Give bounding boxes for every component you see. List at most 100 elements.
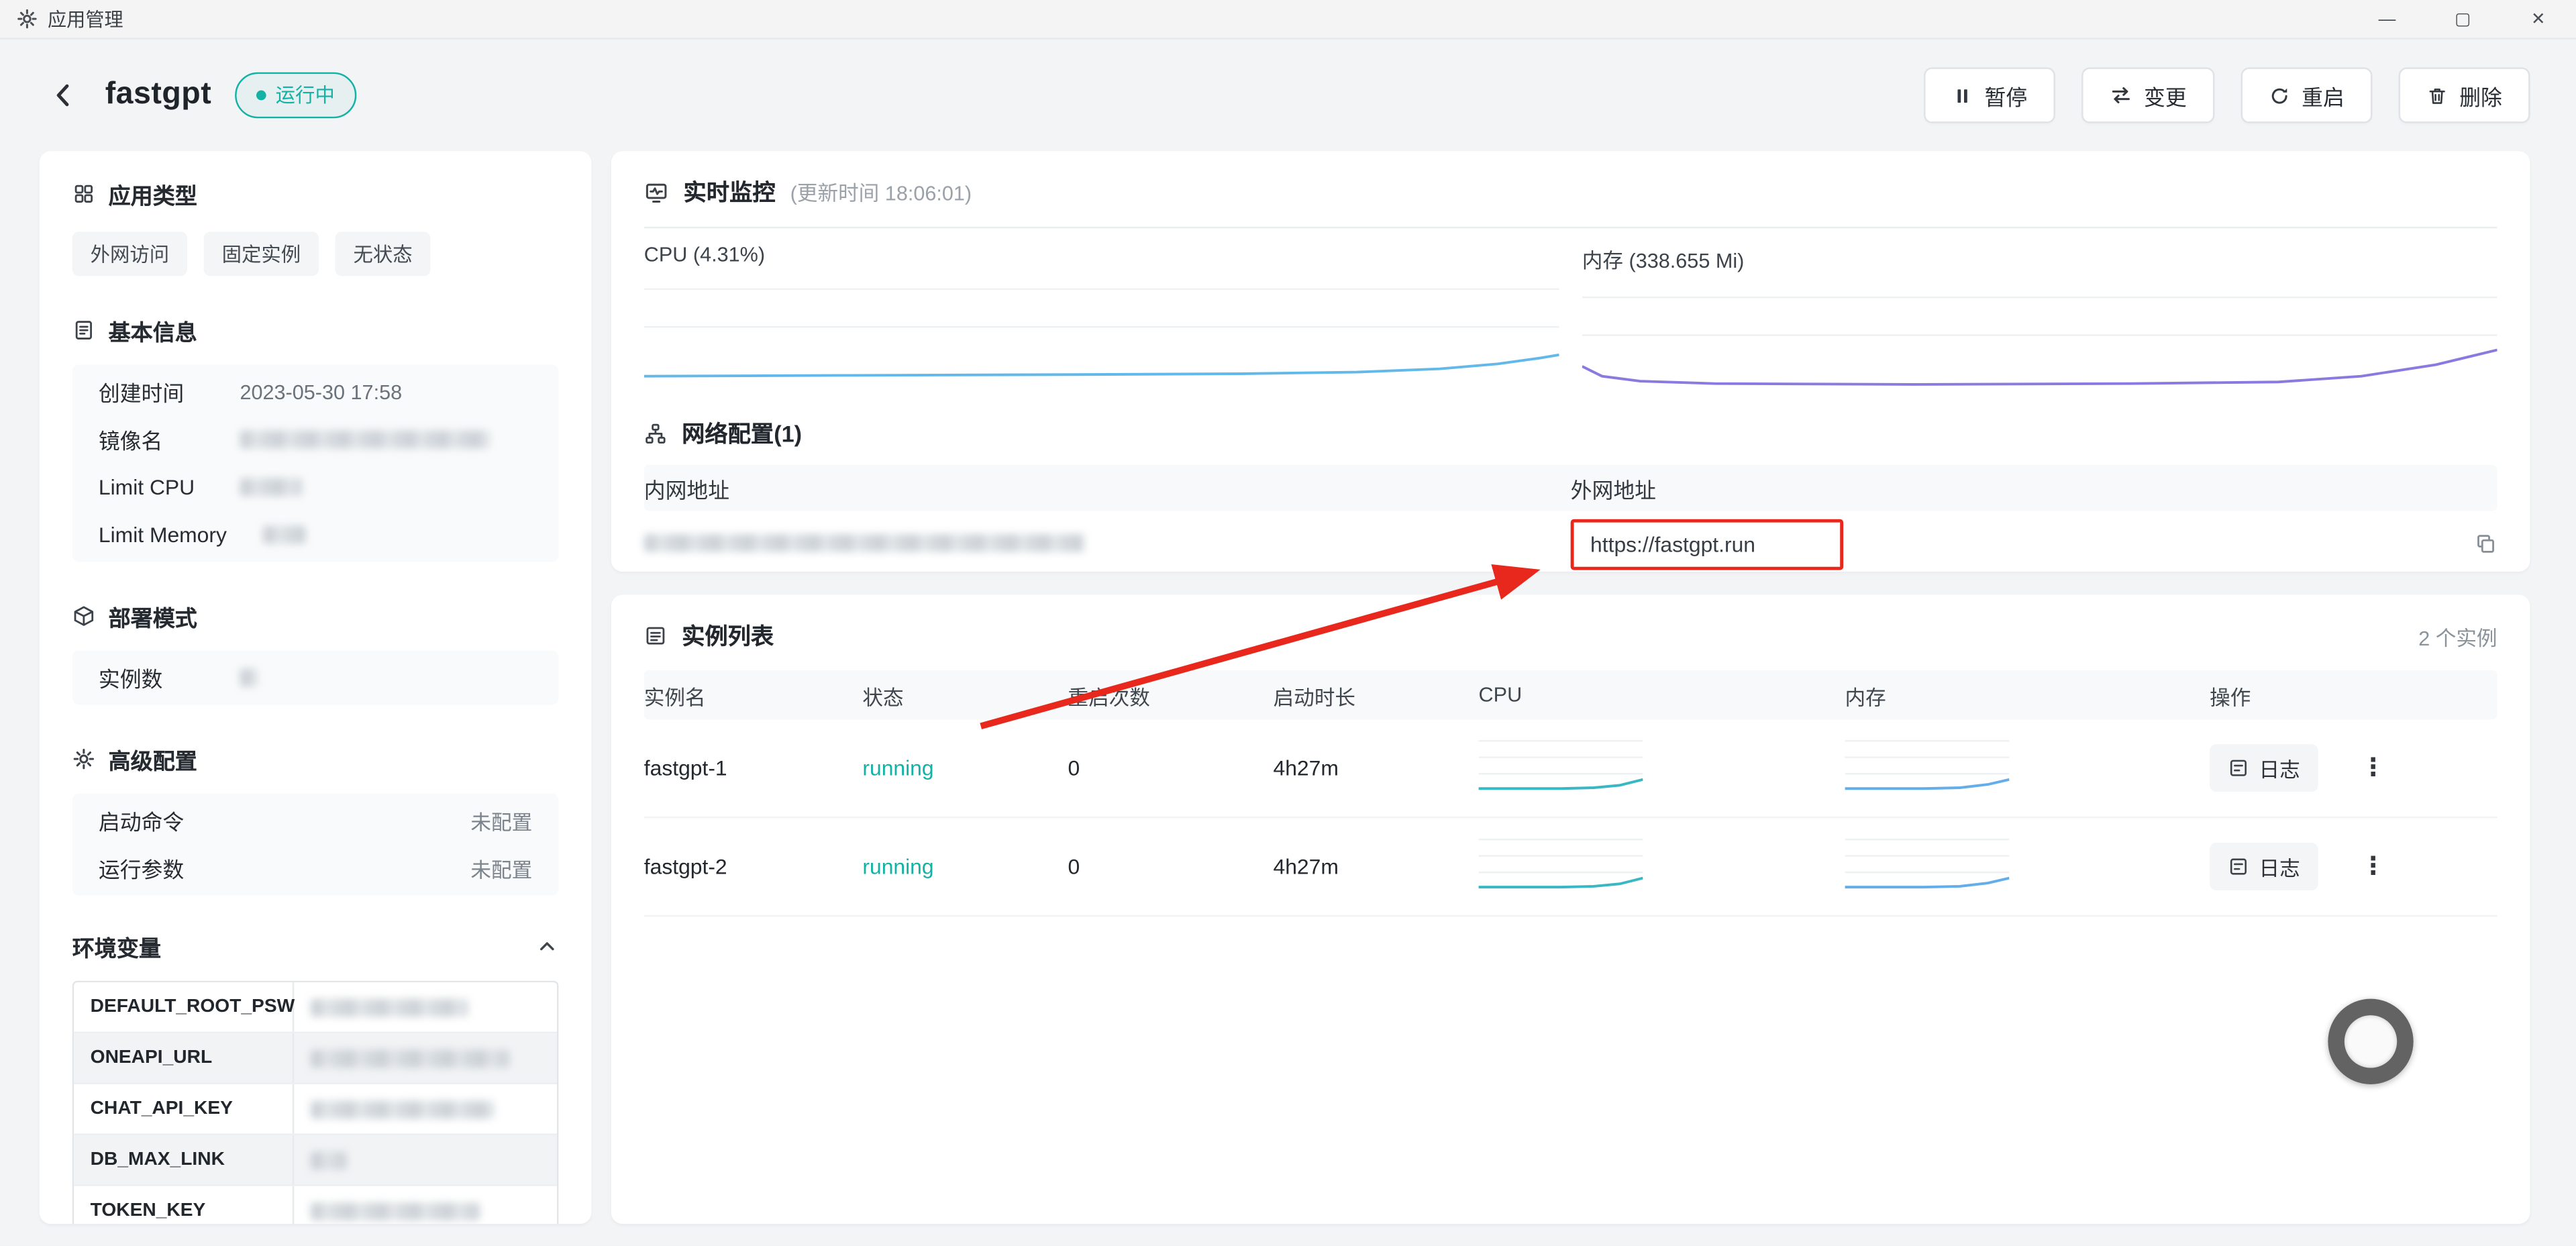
kv-row-start-command: 启动命令 未配置 — [72, 796, 559, 844]
kv-row-instance-count: 实例数 — [72, 654, 559, 701]
change-button[interactable]: 变更 — [2081, 67, 2214, 123]
kv-label: Limit CPU — [99, 475, 240, 500]
kv-row-limit-memory: Limit Memory — [72, 511, 559, 558]
env-value — [294, 1084, 557, 1133]
memory-sparkline — [1845, 831, 2010, 897]
advanced-config-section-header: 高级配置 — [72, 743, 559, 776]
app-info-sidebar: 应用类型 外网访问 固定实例 无状态 基本信息 创建时间 2023-05-30 … — [40, 151, 592, 1224]
column-memory: 内存 — [1845, 679, 2210, 711]
env-row: ONEAPI_URL — [74, 1033, 557, 1084]
redacted-value — [311, 998, 468, 1016]
redacted-value — [644, 533, 1084, 552]
collapse-env-button[interactable] — [535, 935, 558, 957]
minimize-button[interactable]: — — [2349, 0, 2425, 38]
restart-button[interactable]: 重启 — [2241, 67, 2373, 123]
document-icon — [72, 319, 95, 342]
internal-address-column: 内网地址 — [644, 472, 1571, 504]
monitor-header: 实时监控 (更新时间 18:06:01) — [644, 151, 2497, 228]
more-actions-button[interactable]: ⋮ — [2361, 854, 2385, 879]
app-type-section-header: 应用类型 — [72, 177, 559, 210]
tag-stateless: 无状态 — [336, 231, 431, 276]
main-content: 实时监控 (更新时间 18:06:01) CPU (4.31%) 内存 (338… — [611, 151, 2530, 1224]
swap-arrows-icon — [2110, 84, 2132, 107]
instance-cpu-cell — [1479, 733, 1845, 803]
redacted-value — [311, 1202, 480, 1220]
memory-line-chart — [1582, 281, 2497, 396]
network-icon — [644, 422, 667, 445]
trash-icon — [2426, 85, 2448, 106]
redacted-value — [240, 668, 258, 686]
cube-icon — [72, 605, 95, 627]
delete-button[interactable]: 删除 — [2399, 67, 2530, 123]
kv-value: 未配置 — [470, 805, 532, 837]
grid-icon — [72, 183, 95, 205]
restart-icon — [2269, 85, 2290, 106]
column-uptime: 启动时长 — [1274, 679, 1479, 711]
deploy-mode-panel: 实例数 — [72, 651, 559, 705]
kv-row-create-time: 创建时间 2023-05-30 17:58 — [72, 368, 559, 415]
external-address-column: 外网地址 — [1571, 472, 2497, 504]
env-key: TOKEN_KEY — [74, 1186, 294, 1224]
status-label: 运行中 — [276, 81, 335, 109]
instance-count: 2 个实例 — [2418, 620, 2497, 652]
env-value — [294, 1033, 557, 1082]
kv-row-run-params: 运行参数 未配置 — [72, 844, 559, 892]
instances-title: 实例列表 — [682, 619, 774, 652]
memory-chart-label: 内存 (338.655 Mi) — [1582, 243, 2497, 274]
cpu-chart: CPU (4.31%) — [644, 238, 1559, 396]
log-button[interactable]: 日志 — [2210, 843, 2318, 890]
redacted-value — [311, 1049, 509, 1067]
monitor-network-card: 实时监控 (更新时间 18:06:01) CPU (4.31%) 内存 (338… — [611, 151, 2530, 572]
env-vars-header: 环境变量 — [72, 930, 559, 963]
column-operations: 操作 — [2210, 679, 2497, 711]
redacted-value — [311, 1100, 495, 1118]
env-value — [294, 982, 557, 1031]
close-button[interactable]: ✕ — [2500, 0, 2576, 38]
internal-address-value — [644, 531, 1571, 556]
kv-label: 实例数 — [99, 662, 240, 694]
restart-label: 重启 — [2302, 80, 2345, 111]
env-row: DEFAULT_ROOT_PSW — [74, 982, 557, 1033]
deploy-mode-section-header: 部署模式 — [72, 600, 559, 633]
instance-restarts: 0 — [1068, 756, 1273, 780]
external-url-highlight-box: https://fastgpt.run — [1571, 518, 1843, 569]
env-key: ONEAPI_URL — [74, 1033, 294, 1082]
network-config-title: 网络配置(1) — [682, 417, 802, 450]
monitor-title: 实时监控 — [684, 176, 776, 209]
instances-header: 实例列表 2 个实例 — [644, 594, 2497, 670]
maximize-button[interactable]: ▢ — [2425, 0, 2501, 38]
basic-info-title: 基本信息 — [109, 314, 197, 347]
back-button[interactable] — [49, 81, 79, 110]
cpu-sparkline — [1479, 733, 1643, 798]
instance-name: fastgpt-2 — [644, 854, 863, 879]
instance-cpu-cell — [1479, 831, 1845, 902]
env-value — [294, 1186, 557, 1224]
log-icon — [2228, 856, 2249, 878]
memory-sparkline — [1845, 733, 2010, 798]
kv-value: 未配置 — [470, 853, 532, 884]
network-config-header: 网络配置(1) — [644, 417, 2497, 450]
external-url-link[interactable]: https://fastgpt.run — [1590, 531, 1755, 556]
pause-button[interactable]: 暂停 — [1924, 67, 2055, 123]
advanced-config-panel: 启动命令 未配置 运行参数 未配置 — [72, 794, 559, 896]
kv-label: 创建时间 — [99, 376, 240, 408]
memory-chart: 内存 (338.655 Mi) — [1582, 238, 2497, 396]
tag-fixed-instance: 固定实例 — [204, 231, 319, 276]
chevron-up-icon — [535, 935, 558, 957]
external-address-cell: https://fastgpt.run — [1571, 518, 2497, 569]
log-label: 日志 — [2259, 752, 2300, 784]
instance-restarts: 0 — [1068, 854, 1273, 879]
status-dot-icon — [256, 89, 266, 99]
column-restarts: 重启次数 — [1068, 679, 1273, 711]
copy-button[interactable] — [2474, 532, 2497, 555]
page-title: fastgpt — [105, 77, 211, 113]
log-button[interactable]: 日志 — [2210, 744, 2318, 792]
env-key: DEFAULT_ROOT_PSW — [74, 982, 294, 1031]
titlebar: 应用管理 — ▢ ✕ — [0, 0, 2576, 40]
instance-name: fastgpt-1 — [644, 756, 863, 780]
list-icon — [644, 624, 667, 647]
app-management-window: 应用管理 — ▢ ✕ fastgpt 运行中 暂停 变更 — [0, 0, 2576, 1245]
kv-row-image-name: 镜像名 — [72, 415, 559, 463]
window-title: 应用管理 — [48, 6, 123, 32]
more-actions-button[interactable]: ⋮ — [2361, 756, 2385, 780]
